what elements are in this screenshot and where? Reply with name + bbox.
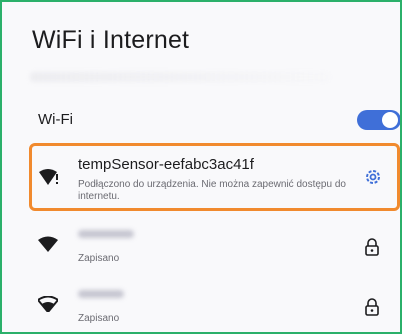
network-status: Podłączono do urządzenia. Nie można zape…: [78, 179, 346, 202]
wifi-toggle-row[interactable]: Wi-Fi: [2, 100, 400, 140]
network-name-redacted: [78, 230, 134, 238]
wifi-no-internet-icon: [38, 168, 60, 191]
network-status: Zapisano: [78, 253, 120, 264]
lock-icon: [364, 298, 380, 321]
network-name: tempSensor-eefabc3ac41f: [78, 156, 254, 173]
settings-screen: WiFi i Internet Wi-Fi tempSensor-eefabc3…: [0, 0, 402, 334]
network-item[interactable]: Zapisano: [2, 284, 400, 332]
toggle-knob: [382, 112, 398, 128]
network-item[interactable]: Zapisano: [2, 224, 400, 274]
lock-icon: [364, 238, 380, 261]
wifi-toggle[interactable]: [357, 110, 400, 130]
network-name-redacted: [78, 290, 124, 298]
wifi-signal-icon: [36, 295, 60, 317]
gear-icon[interactable]: [364, 168, 382, 191]
header-divider: [30, 72, 330, 82]
wifi-label: Wi-Fi: [38, 111, 73, 128]
network-status: Zapisano: [78, 313, 120, 324]
page-title: WiFi i Internet: [32, 26, 190, 54]
network-item-tempsensor[interactable]: tempSensor-eefabc3ac41f Podłączono do ur…: [2, 144, 400, 210]
wifi-signal-icon: [38, 236, 58, 257]
